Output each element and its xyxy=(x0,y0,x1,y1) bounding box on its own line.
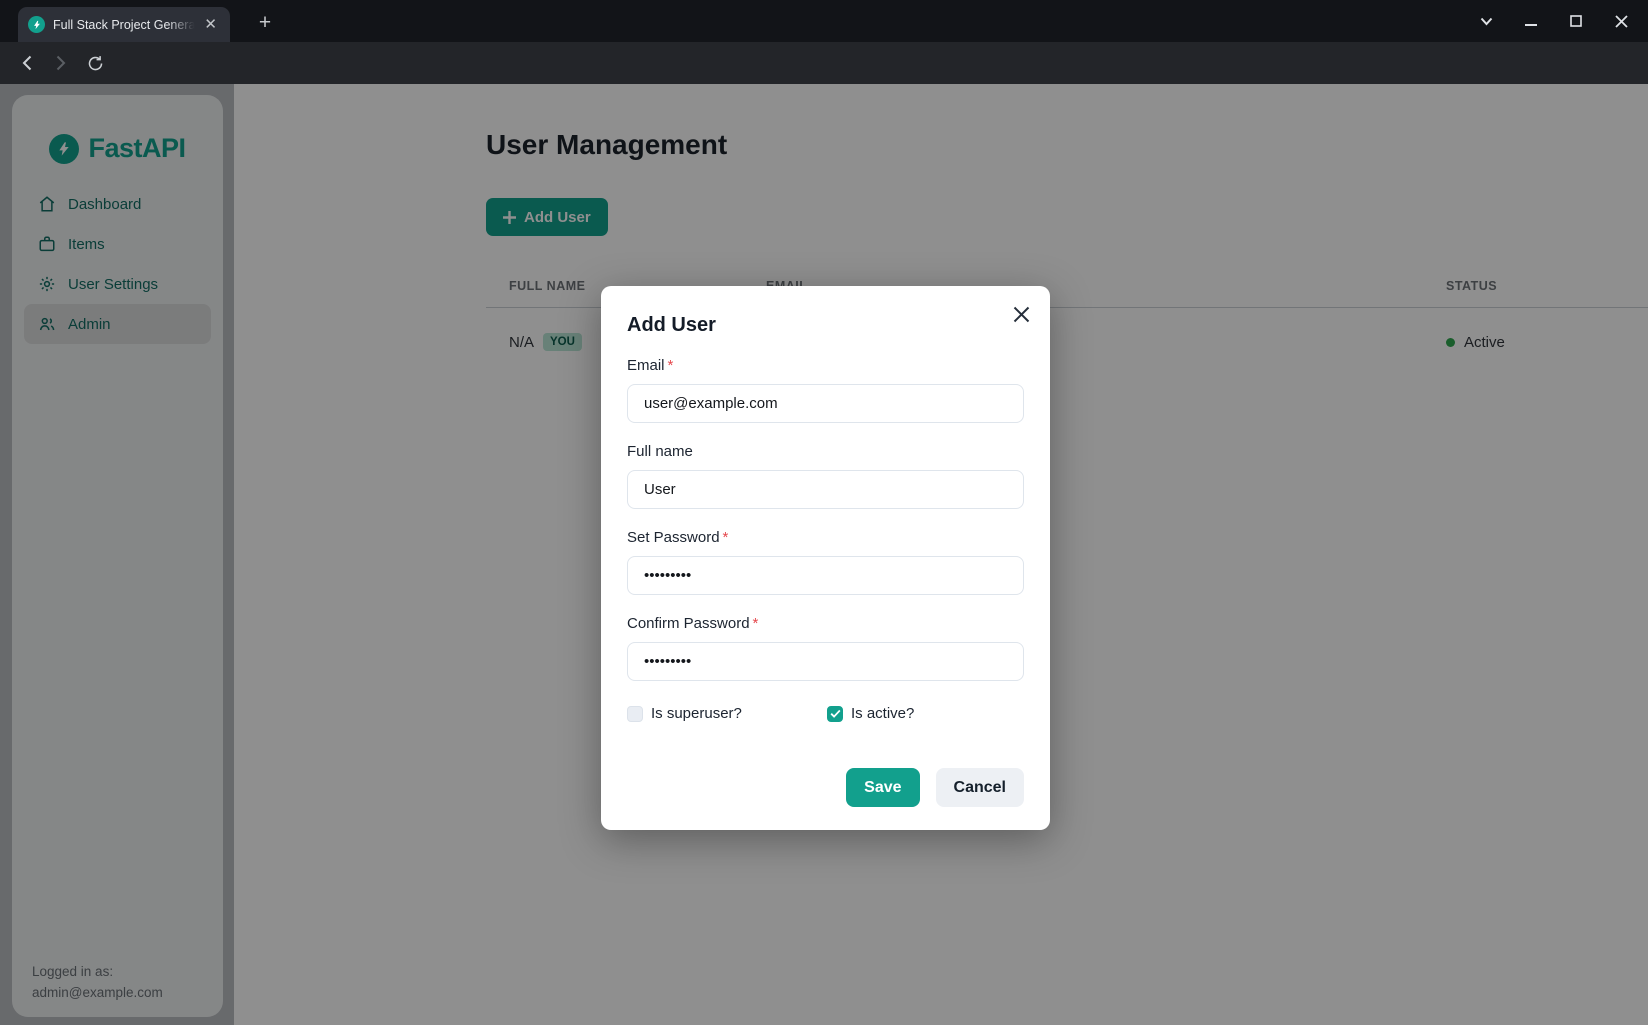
is-active-checkbox[interactable]: Is active? xyxy=(827,705,914,722)
forward-button[interactable] xyxy=(48,50,74,76)
browser-tab[interactable]: Full Stack Project Genera ✕ xyxy=(18,7,230,42)
full-name-label: Full name xyxy=(627,441,1024,463)
tab-close-icon[interactable]: ✕ xyxy=(199,14,222,35)
is-active-label: Is active? xyxy=(851,705,914,722)
checkbox-checked-icon[interactable] xyxy=(827,706,843,722)
email-field[interactable] xyxy=(627,384,1024,423)
is-superuser-checkbox[interactable]: Is superuser? xyxy=(627,705,827,722)
full-name-field[interactable] xyxy=(627,470,1024,509)
new-tab-button[interactable]: + xyxy=(250,8,280,38)
tab-bar: Full Stack Project Genera ✕ + xyxy=(0,0,1648,42)
required-asterisk: * xyxy=(723,529,729,546)
checkbox-unchecked-icon[interactable] xyxy=(627,706,643,722)
set-password-field[interactable] xyxy=(627,556,1024,595)
browser-window: Full Stack Project Genera ✕ + xyxy=(0,0,1648,1025)
reload-button[interactable] xyxy=(82,50,108,76)
checkbox-row: Is superuser? Is active? xyxy=(627,705,1024,722)
confirm-password-label: Confirm Password* xyxy=(627,613,1024,635)
fastapi-favicon-icon xyxy=(28,16,45,33)
save-button[interactable]: Save xyxy=(846,768,919,807)
modal-close-icon[interactable] xyxy=(1007,300,1035,328)
required-asterisk: * xyxy=(753,615,759,632)
required-asterisk: * xyxy=(668,357,674,374)
window-controls xyxy=(1471,0,1636,42)
modal-title: Add User xyxy=(627,314,1024,337)
email-label: Email* xyxy=(627,355,1024,377)
confirm-password-field[interactable] xyxy=(627,642,1024,681)
cancel-button[interactable]: Cancel xyxy=(936,768,1024,807)
maximize-button[interactable] xyxy=(1561,6,1591,36)
browser-toolbar: localhost /admin 1 xyxy=(0,42,1648,84)
back-button[interactable] xyxy=(14,50,40,76)
is-superuser-label: Is superuser? xyxy=(651,705,742,722)
modal-footer: Save Cancel xyxy=(627,768,1024,807)
set-password-label: Set Password* xyxy=(627,527,1024,549)
close-window-button[interactable] xyxy=(1606,6,1636,36)
tab-search-chevron-icon[interactable] xyxy=(1471,6,1501,36)
add-user-modal: Add User Email* Full name Set Password* … xyxy=(601,286,1050,830)
page-viewport: User Management Add User FULL NAME EMAIL… xyxy=(0,84,1648,1025)
minimize-button[interactable] xyxy=(1516,6,1546,36)
tab-title: Full Stack Project Genera xyxy=(53,18,199,32)
